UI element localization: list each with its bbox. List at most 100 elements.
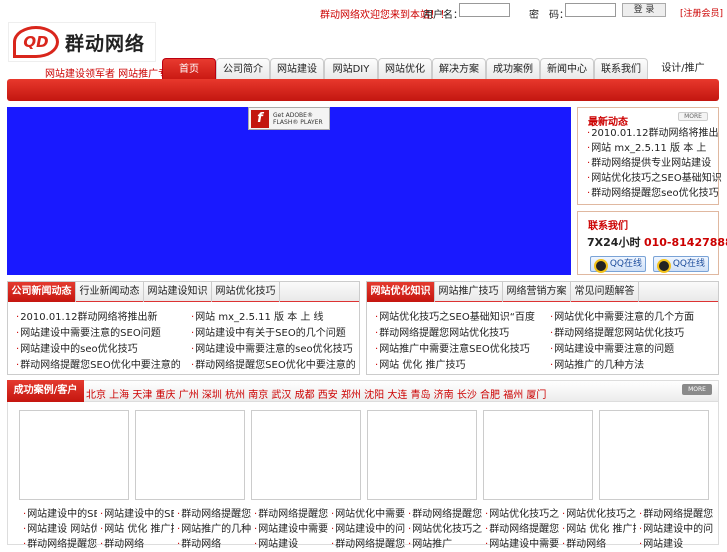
qq-online-button[interactable]: QQ在线: [653, 256, 709, 273]
case-list: 群动网络提醒您网站优化 网站推广的几种方法 群动网络: [177, 507, 251, 552]
list-item[interactable]: 网站 mx_2.5.11 版 本 上 线: [191, 310, 357, 326]
case-link[interactable]: 网站建设中的问题: [639, 522, 713, 537]
login-button[interactable]: 登 录: [622, 3, 666, 17]
register-link[interactable]: [注册会员]: [680, 6, 723, 19]
flash-icon: f: [251, 109, 269, 128]
case-link[interactable]: 网站推广的几种方法: [177, 522, 251, 537]
contact-phone: 010-81427888: [643, 236, 727, 249]
list-item[interactable]: 网站建设中需要注意的seo优化技巧: [191, 342, 357, 358]
case-link[interactable]: 网站优化中需要注意的8个问: [331, 507, 405, 522]
case-list: 群动网络提醒您网站优化技巧 网站优化技巧之SEO基础知识 网站推广: [408, 507, 482, 552]
case-more-button[interactable]: MORE: [682, 384, 712, 395]
nav-item-news[interactable]: 新闻中心: [540, 58, 594, 80]
nav-item-home[interactable]: 首页: [162, 58, 216, 80]
case-link[interactable]: 网站优化技巧之--群动网络: [485, 507, 559, 522]
case-list: 网站优化技巧之SEO基础知识 网站 优化 推广技巧 群动网络: [562, 507, 636, 552]
case-list: 群动网络提醒您网站优化技巧 网站建设中的问题 网站建设: [639, 507, 713, 552]
case-link[interactable]: 网站优化技巧之SEO基础知识: [562, 507, 636, 522]
case-thumbnail[interactable]: [483, 410, 593, 500]
list-item[interactable]: 网站建设中需要注意的SEO问题: [16, 326, 188, 342]
main-nav: 首页 公司简介 网站建设 网站DIY 网站优化 解决方案 成功案例 新闻中心 联…: [162, 58, 718, 80]
case-link[interactable]: 群动网络提醒您网站优化的4个: [254, 507, 328, 522]
news-item[interactable]: 群动网络提供专业网站建设: [587, 156, 722, 171]
case-link[interactable]: 网站建设中的SEO优化: [23, 507, 97, 522]
logo[interactable]: QD 群动网络: [8, 22, 156, 62]
news-item[interactable]: 网站优化技巧之SEO基础知识: [587, 171, 722, 186]
case-list: 网站优化中需要注意的8个问 网站建设中的问题 群动网络提醒您网站: [331, 507, 405, 552]
case-link[interactable]: 群动网络提醒您网站优化技巧: [408, 507, 482, 522]
list-item[interactable]: 网站推广的几种方法: [550, 358, 716, 374]
logo-mark: QD: [13, 26, 59, 58]
news-item[interactable]: 网站 mx_2.5.11 版 本 上: [587, 141, 722, 156]
flash-area[interactable]: [7, 107, 571, 275]
list-item[interactable]: 网站建设中的seo优化技巧: [16, 342, 188, 358]
case-thumbnail[interactable]: [19, 410, 129, 500]
list-item[interactable]: 群动网络提醒您网站优化技巧: [375, 326, 547, 342]
case-link[interactable]: 网站 优化 推广技巧: [100, 522, 174, 537]
list-item[interactable]: 网站优化中需要注意的几个方面: [550, 310, 716, 326]
get-flash-button[interactable]: f Get ADOBE® FLASH® PLAYER: [248, 107, 330, 130]
nav-item-contact[interactable]: 联系我们: [594, 58, 648, 80]
news-more-button[interactable]: MORE: [678, 112, 708, 121]
case-thumbnail[interactable]: [251, 410, 361, 500]
nav-item-seo[interactable]: 网站优化: [378, 58, 432, 80]
list-item[interactable]: 网站建设中有关于SEO的几个问题: [191, 326, 357, 342]
news-panel: 最新动态 MORE 2010.01.12群动网络将推出 网站 mx_2.5.11…: [577, 107, 722, 205]
case-title[interactable]: 成功案例/客户: [7, 380, 84, 402]
case-link[interactable]: 群动网络提醒您网站优化技巧: [485, 522, 559, 537]
tab-web-knowledge[interactable]: 网站建设知识: [144, 282, 212, 302]
slogan: 网站建设领军者 网站推广专家: [45, 69, 179, 80]
tab-seo-knowledge[interactable]: 网站优化知识: [367, 282, 435, 302]
case-list: 网站优化技巧之--群动网络 群动网络提醒您网站优化技巧 网站建设中需要注意: [485, 507, 559, 552]
case-link[interactable]: 网站建设中的SEO优化问题: [100, 507, 174, 522]
list-item[interactable]: 网站 优化 推广技巧: [375, 358, 547, 374]
contact-panel: 联系我们 7X24小时 010-81427888 QQ在线 QQ在线: [577, 211, 727, 275]
username-label: 用户名：: [423, 10, 463, 21]
tab-company-news[interactable]: 公司新闻动态: [8, 282, 76, 302]
tab-faq[interactable]: 常见问题解答: [571, 282, 639, 302]
list-item[interactable]: 网站优化技巧之SEO基础知识“百度: [375, 310, 547, 326]
case-link[interactable]: 网站 优化 推广技巧: [562, 522, 636, 537]
flash-line2: FLASH® PLAYER: [273, 118, 323, 126]
case-list: 群动网络提醒您网站优化的4个 网站建设中需要注意的问题 网站建设: [254, 507, 328, 552]
nav-item-web-build[interactable]: 网站建设: [270, 58, 324, 80]
case-thumbnail[interactable]: [135, 410, 245, 500]
list-item[interactable]: 群动网络提醒您SEO优化中要注意的: [191, 358, 357, 374]
tab-industry-news[interactable]: 行业新闻动态: [76, 282, 144, 302]
nav-item-about[interactable]: 公司简介: [216, 58, 270, 80]
case-link[interactable]: 网站建设中需要注意的问题: [254, 522, 328, 537]
case-link[interactable]: 网站建设 网站优化: [23, 522, 97, 537]
case-list: 网站建设中的SEO优化 网站建设 网站优化 群动网络提醒您: [23, 507, 97, 552]
nav-item-cases[interactable]: 成功案例: [486, 58, 540, 80]
case-link[interactable]: 网站建设中的问题: [331, 522, 405, 537]
logo-text: 群动网络: [65, 32, 146, 55]
case-link[interactable]: 群动网络提醒您网站优化技巧: [639, 507, 713, 522]
case-thumbnail[interactable]: [367, 410, 477, 500]
news-item[interactable]: 群动网络提醒您seo优化技巧: [587, 186, 722, 201]
nav-item-diy[interactable]: 网站DIY: [324, 58, 378, 80]
case-thumbnail[interactable]: [599, 410, 709, 500]
list-item[interactable]: 群动网络提醒您SEO优化中要注意的: [16, 358, 188, 374]
case-marquee[interactable]: 北京 上海 天津 重庆 广州 深圳 杭州 南京 武汉 成都 西安 郑州 沈阳 大…: [86, 386, 546, 401]
username-input[interactable]: [459, 3, 510, 17]
case-link[interactable]: 群动网络提醒您网站优化: [177, 507, 251, 522]
password-input[interactable]: [565, 3, 616, 17]
tab-promotion-tips[interactable]: 网站推广技巧: [435, 282, 503, 302]
list-item[interactable]: 2010.01.12群动网络将推出新: [16, 310, 188, 326]
list-item[interactable]: 网站推广中需要注意SEO优化技巧: [375, 342, 547, 358]
tab-marketing-plans[interactable]: 网络营销方案: [503, 282, 571, 302]
qq-online-button[interactable]: QQ在线: [590, 256, 646, 273]
tab-seo-tips[interactable]: 网站优化技巧: [212, 282, 280, 302]
list-item[interactable]: 群动网络提醒您网站优化技巧: [550, 326, 716, 342]
right-tab-box: 网站优化知识 网站推广技巧 网络营销方案 常见问题解答 网站优化技巧之SEO基础…: [366, 281, 719, 375]
flash-line1: Get ADOBE®: [273, 111, 313, 119]
password-label: 密 码：: [529, 10, 569, 21]
contact-hours: 7X24小时: [587, 236, 641, 249]
nav-item-solutions[interactable]: 解决方案: [432, 58, 486, 80]
news-item[interactable]: 2010.01.12群动网络将推出: [587, 126, 722, 141]
nav-item-design[interactable]: 设计/推广: [648, 58, 718, 80]
list-item[interactable]: 网站建设中需要注意的问题: [550, 342, 716, 358]
left-tab-box: 公司新闻动态 行业新闻动态 网站建设知识 网站优化技巧 2010.01.12群动…: [7, 281, 360, 375]
red-banner: [7, 79, 719, 101]
case-link[interactable]: 网站优化技巧之SEO基础知识: [408, 522, 482, 537]
